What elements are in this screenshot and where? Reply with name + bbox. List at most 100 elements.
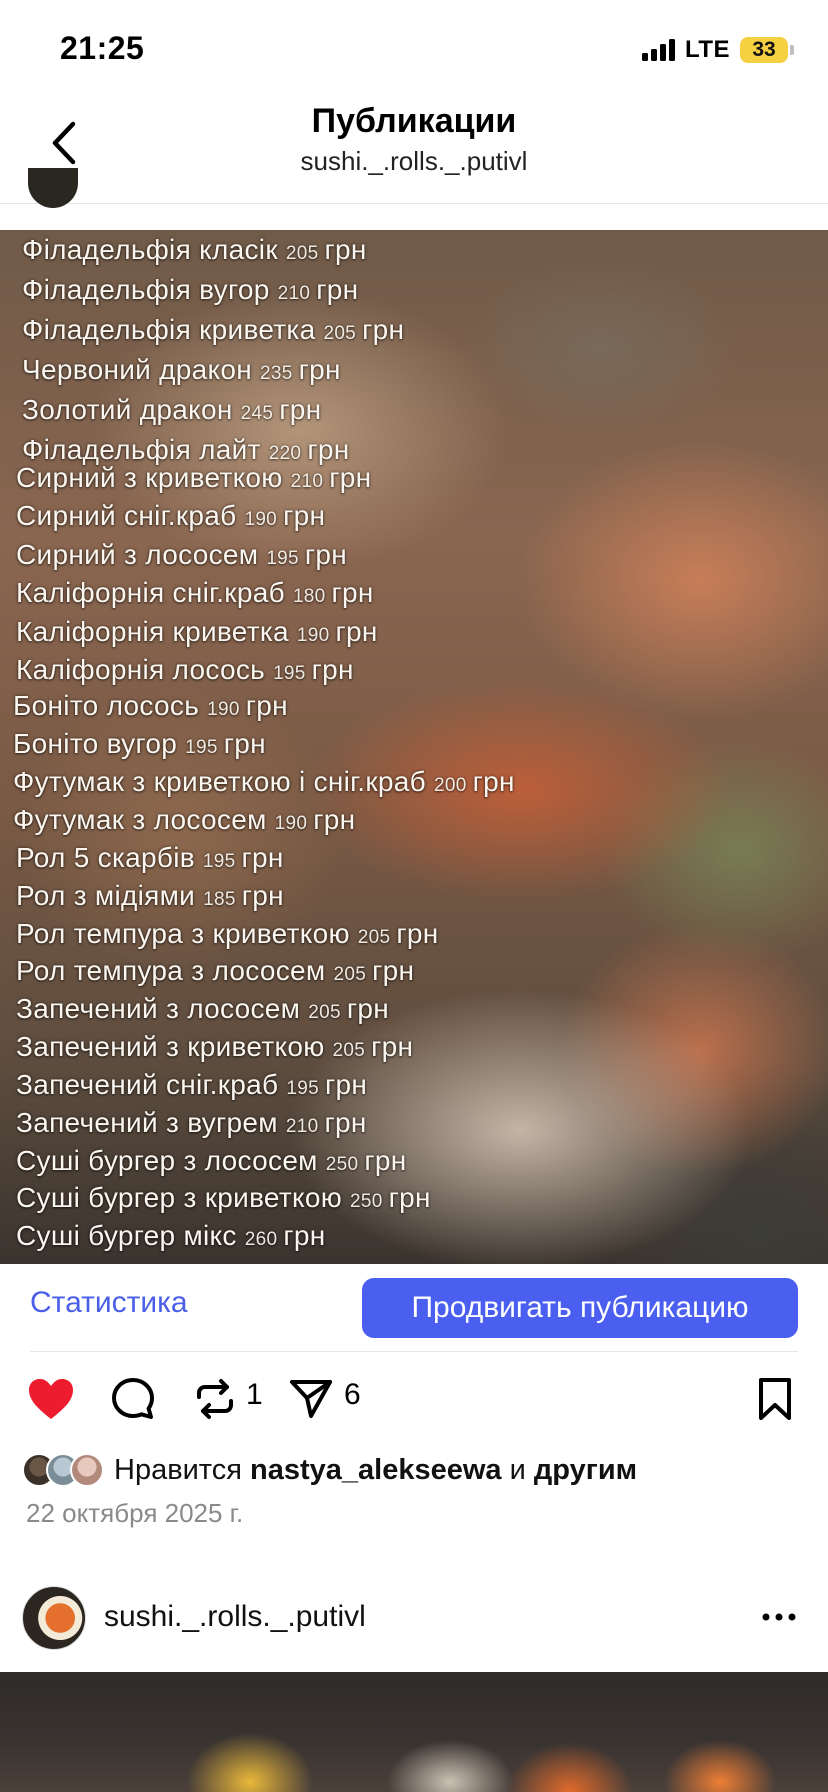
menu-item-name: Рол 5 скарбів bbox=[16, 842, 195, 873]
liker-avatars bbox=[22, 1453, 104, 1487]
menu-item-currency: грн bbox=[472, 766, 515, 797]
menu-item: Сирний з криветкою 210 грн bbox=[16, 462, 371, 494]
status-bar: 21:25 LTE 33 bbox=[0, 0, 828, 100]
menu-item-name: Філадельфія вугор bbox=[22, 274, 270, 305]
menu-item-currency: грн bbox=[324, 1107, 367, 1138]
menu-item-name: Рол з мідіями bbox=[16, 880, 196, 911]
post-actions-bar: Статистика Продвигать публикацию bbox=[0, 1278, 828, 1352]
statistics-link[interactable]: Статистика bbox=[30, 1286, 188, 1320]
menu-item-currency: грн bbox=[311, 654, 354, 685]
menu-item-price: 185 bbox=[203, 889, 236, 910]
battery-icon: 33 bbox=[740, 37, 794, 63]
menu-item-currency: грн bbox=[388, 1182, 431, 1213]
menu-item: Запечений з лососем 205 грн bbox=[16, 993, 389, 1025]
more-options-button[interactable] bbox=[754, 1592, 804, 1642]
menu-item-name: Філадельфія лайт bbox=[22, 434, 261, 465]
comment-button[interactable] bbox=[108, 1374, 158, 1424]
engagement-row: 1 6 bbox=[0, 1370, 828, 1430]
menu-item-price: 180 bbox=[292, 586, 326, 607]
menu-item-name: Запечений з вугрем bbox=[16, 1107, 278, 1138]
menu-item-price: 210 bbox=[277, 283, 311, 304]
menu-item-price: 195 bbox=[202, 851, 236, 872]
more-horizontal-icon bbox=[762, 1613, 796, 1621]
avatar[interactable] bbox=[22, 1586, 86, 1650]
bookmark-icon bbox=[759, 1378, 791, 1420]
menu-item-price: 205 bbox=[323, 323, 357, 344]
menu-item: Запечений з вугрем 210 грн bbox=[16, 1107, 367, 1139]
menu-item-name: Суші бургер мікс bbox=[16, 1220, 237, 1251]
menu-item-price: 195 bbox=[286, 1078, 319, 1099]
repost-icon bbox=[197, 1379, 233, 1419]
post-date: 22 октября 2025 г. bbox=[26, 1498, 244, 1528]
menu-item-price: 190 bbox=[296, 625, 330, 646]
share-button[interactable] bbox=[286, 1374, 336, 1424]
menu-item-currency: грн bbox=[241, 842, 284, 873]
like-button[interactable] bbox=[26, 1374, 76, 1424]
menu-item: Каліфорнія лосось 195 грн bbox=[16, 654, 354, 686]
menu-item-price: 190 bbox=[207, 699, 240, 720]
menu-item-price: 205 bbox=[357, 927, 391, 948]
post-image-menu[interactable]: Філадельфія класік 205 грн Філадельфія вуго… bbox=[0, 230, 828, 1264]
menu-item-price: 245 bbox=[240, 403, 274, 424]
heart-filled-icon bbox=[29, 1379, 73, 1419]
menu-item-name: Сирний сніг.краб bbox=[16, 500, 237, 531]
menu-item-currency: грн bbox=[362, 314, 405, 345]
menu-item-name: Боніто вугор bbox=[13, 728, 178, 759]
next-post-username[interactable]: sushi._.rolls._.putivl bbox=[104, 1600, 366, 1634]
menu-item-price: 205 bbox=[332, 1040, 366, 1061]
menu-item-name: Червоний дракон bbox=[22, 354, 253, 385]
menu-item: Суші бургер мікс 260 грн bbox=[16, 1220, 326, 1252]
menu-item-name: Сирний з лососем bbox=[16, 539, 259, 570]
status-time: 21:25 bbox=[60, 30, 145, 66]
menu-item-price: 235 bbox=[260, 363, 293, 384]
menu-item: Сирний з лососем 195 грн bbox=[16, 539, 347, 571]
save-button[interactable] bbox=[750, 1374, 800, 1424]
menu-item-currency: грн bbox=[371, 1031, 414, 1062]
promote-post-button[interactable]: Продвигать публикацию bbox=[362, 1278, 798, 1338]
send-icon bbox=[290, 1380, 332, 1418]
likes-others[interactable]: другим bbox=[534, 1454, 637, 1486]
menu-item: Запечений сніг.краб 195 грн bbox=[16, 1069, 367, 1101]
menu-item-price: 195 bbox=[185, 737, 218, 758]
menu-item: Червоний дракон 235 грн bbox=[22, 354, 341, 386]
menu-item-currency: грн bbox=[324, 234, 367, 265]
menu-item-name: Філадельфія класік bbox=[22, 234, 278, 265]
menu-item-price: 210 bbox=[285, 1116, 319, 1137]
menu-item-currency: грн bbox=[298, 354, 341, 385]
likes-summary[interactable]: Нравится nastya_alekseewa и другим bbox=[22, 1450, 637, 1490]
menu-item: Рол 5 скарбів 195 грн bbox=[16, 842, 284, 874]
menu-item: Боніто вугор 195 грн bbox=[13, 728, 266, 760]
menu-item-currency: грн bbox=[364, 1145, 407, 1176]
menu-item-name: Золотий дракон bbox=[22, 394, 233, 425]
menu-item-currency: грн bbox=[304, 539, 348, 570]
share-count: 6 bbox=[344, 1378, 361, 1411]
menu-item-price: 260 bbox=[244, 1229, 278, 1250]
menu-item-name: Рол темпура з лососем bbox=[16, 955, 326, 986]
repost-button[interactable] bbox=[190, 1374, 240, 1424]
menu-item-name: Запечений сніг.краб bbox=[16, 1069, 279, 1100]
menu-item-name: Суші бургер з лососем bbox=[16, 1145, 318, 1176]
avatar bbox=[70, 1453, 104, 1487]
menu-item: Рол темпура з криветкою 205 грн bbox=[16, 918, 439, 950]
liker-username[interactable]: nastya_alekseewa bbox=[250, 1454, 502, 1486]
menu-item: Філадельфія вугор 210 грн bbox=[22, 274, 358, 306]
menu-item-name: Каліфорнія лосось bbox=[16, 654, 266, 685]
menu-item: Рол з мідіями 185 грн bbox=[16, 880, 284, 912]
likes-text: Нравится nastya_alekseewa и другим bbox=[114, 1453, 638, 1486]
menu-item: Суші бургер з криветкою 250 грн bbox=[16, 1182, 431, 1214]
next-post-image[interactable] bbox=[0, 1672, 828, 1792]
menu-item-name: Боніто лосось bbox=[13, 690, 200, 721]
menu-item-price: 205 bbox=[308, 1002, 341, 1023]
menu-item-currency: грн bbox=[324, 1069, 368, 1100]
menu-item-name: Сирний з криветкою bbox=[16, 462, 283, 493]
battery-level: 33 bbox=[740, 37, 788, 63]
menu-item-currency: грн bbox=[335, 616, 378, 647]
menu-item: Філадельфія криветка 205 грн bbox=[22, 314, 404, 346]
menu-item-currency: грн bbox=[223, 728, 266, 759]
menu-item-currency: грн bbox=[313, 804, 356, 835]
menu-item-price: 210 bbox=[290, 471, 324, 492]
page-header: Публикации sushi._.rolls._.putivl bbox=[0, 100, 828, 204]
menu-item-currency: грн bbox=[329, 462, 372, 493]
page-subtitle: sushi._.rolls._.putivl bbox=[300, 146, 528, 176]
menu-item: Боніто лосось 190 грн bbox=[13, 690, 288, 722]
